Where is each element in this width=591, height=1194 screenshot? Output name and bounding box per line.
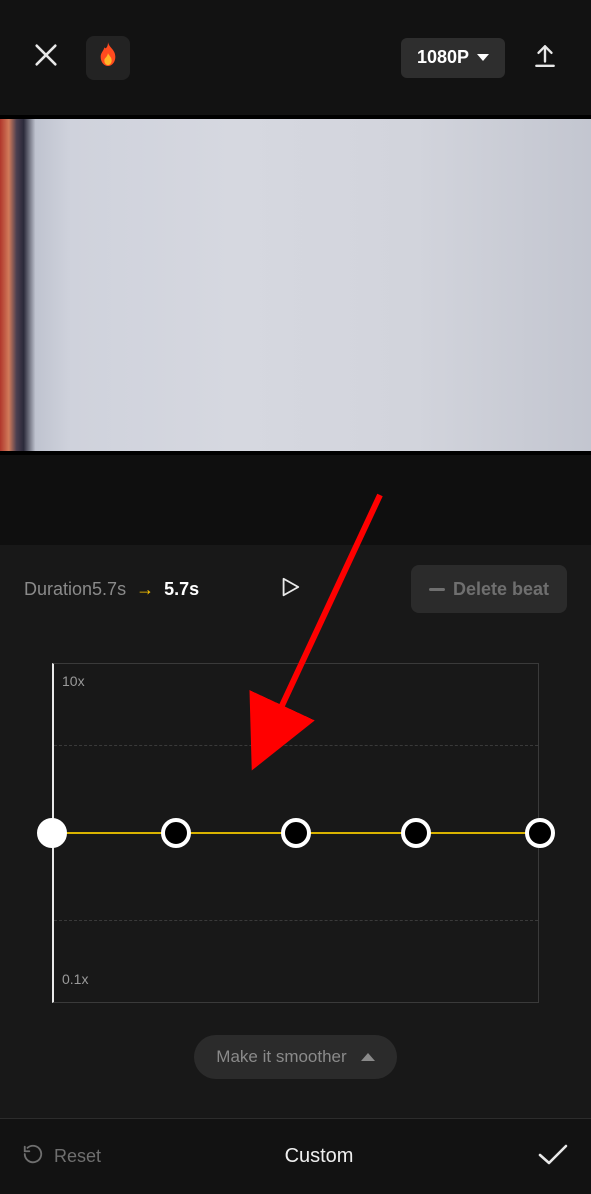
close-button[interactable] <box>24 36 68 80</box>
y-tick-max: 10x <box>62 673 85 689</box>
duration-new: 5.7s <box>164 579 199 600</box>
close-icon <box>32 41 60 74</box>
minus-icon <box>429 588 445 591</box>
effects-button[interactable] <box>86 36 130 80</box>
curve-point[interactable] <box>37 818 67 848</box>
resolution-label: 1080P <box>417 47 469 68</box>
delete-beat-label: Delete beat <box>453 579 549 600</box>
reset-icon <box>22 1143 44 1170</box>
preview-frame <box>0 119 591 451</box>
curve-point[interactable] <box>525 818 555 848</box>
top-toolbar: 1080P <box>0 0 591 115</box>
speed-curve-chart[interactable]: 10x 0.1x <box>24 663 567 1003</box>
play-icon <box>279 586 301 603</box>
duration-label: Duration <box>24 579 92 600</box>
reset-button[interactable]: Reset <box>22 1143 101 1170</box>
smoother-label: Make it smoother <box>216 1047 346 1067</box>
chart-gridline <box>54 745 538 746</box>
chart-gridline <box>54 920 538 921</box>
arrow-right-icon: → <box>136 579 154 600</box>
curve-point[interactable] <box>281 818 311 848</box>
y-tick-min: 0.1x <box>62 971 88 987</box>
confirm-button[interactable] <box>537 1143 569 1170</box>
smoother-row: Make it smoother <box>24 1035 567 1103</box>
upload-icon <box>532 42 558 73</box>
gap <box>0 455 591 545</box>
reset-label: Reset <box>54 1146 101 1167</box>
resolution-dropdown[interactable]: 1080P <box>401 38 505 78</box>
mode-label: Custom <box>101 1145 537 1168</box>
speed-curve-panel: Duration 5.7s → 5.7s Delete beat <box>0 545 591 1103</box>
chart-plot-area <box>52 663 539 1003</box>
app-root: 1080P Duration 5.7s → 5.7s <box>0 0 591 1194</box>
duration-original: 5.7s <box>92 579 126 600</box>
chevron-down-icon <box>477 54 489 61</box>
export-button[interactable] <box>523 36 567 80</box>
delete-beat-button[interactable]: Delete beat <box>411 565 567 613</box>
duration-row: Duration 5.7s → 5.7s Delete beat <box>24 565 567 613</box>
curve-point[interactable] <box>161 818 191 848</box>
check-icon <box>537 1152 569 1169</box>
bottom-toolbar: Reset Custom <box>0 1118 591 1194</box>
make-smoother-button[interactable]: Make it smoother <box>194 1035 396 1079</box>
play-button[interactable] <box>279 575 301 604</box>
chevron-up-icon <box>361 1053 375 1061</box>
video-preview[interactable] <box>0 115 591 455</box>
curve-point[interactable] <box>401 818 431 848</box>
flame-icon <box>97 42 119 73</box>
